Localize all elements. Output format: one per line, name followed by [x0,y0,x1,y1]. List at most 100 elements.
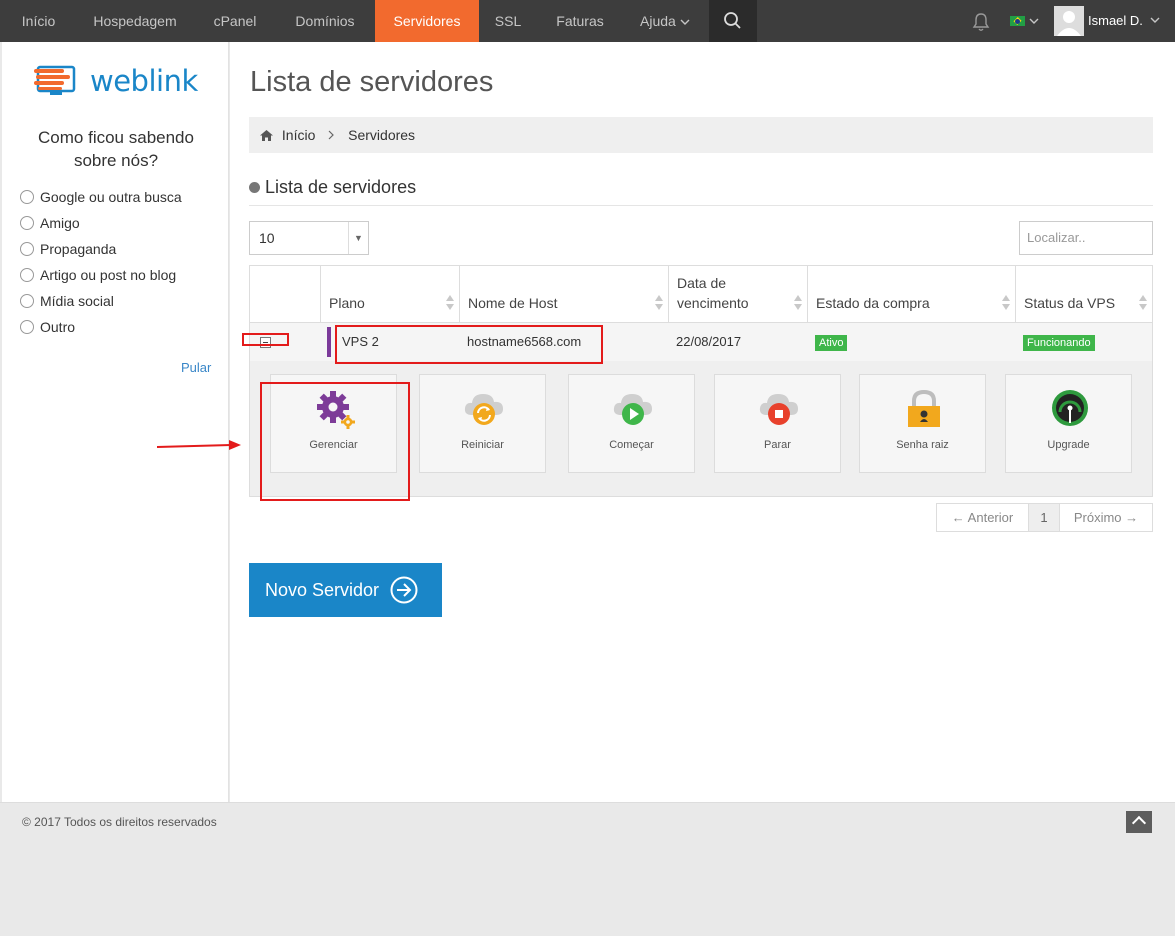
weblink-logo[interactable]: weblink [34,64,204,104]
survey-option-label: Propaganda [40,241,117,257]
action-label: Começar [609,439,654,451]
cell-expiry: 22/08/2017 [676,334,742,349]
th-label: Nome de Host [468,295,558,311]
action-label: Parar [764,439,791,451]
pagination-next[interactable]: Próximo → [1060,504,1152,531]
arrow-right-circle-icon [390,576,418,604]
nav-ajuda-label: Ajuda [640,13,676,29]
sort-icon [794,295,802,311]
survey-option[interactable]: Propaganda [20,239,116,259]
search-input[interactable]: Localizar.. [1019,221,1153,255]
search-button[interactable] [709,0,757,42]
avatar[interactable] [1054,6,1084,36]
nav-hospedagem[interactable]: Hospedagem [80,0,190,42]
search-icon [724,12,741,29]
th-label: Estado da compra [816,295,930,311]
radio-button[interactable] [20,190,34,204]
cell-vps-status: Funcionando [1023,323,1095,361]
survey-option-label: Artigo ou post no blog [40,267,177,283]
th-host[interactable]: Nome de Host [459,266,668,322]
language-chevron-icon [1029,18,1039,24]
survey-option[interactable]: Outro [20,317,75,337]
top-navbar: Início Hospedagem cPanel Domínios Servid… [0,0,1175,48]
pagination: ← Anterior 1 Próximo → [936,503,1153,532]
survey-option[interactable]: Mídia social [20,291,114,311]
pagination-page[interactable]: 1 [1028,504,1060,531]
nav-ssl[interactable]: SSL [484,0,532,42]
bell-icon[interactable] [970,11,992,33]
survey-title: Como ficou sabendo sobre nós? [38,128,194,170]
table-header: Plano Nome de Host Data de vencimento Es… [249,265,1153,323]
sidebar: weblink Como ficou sabendo sobre nós? Go… [2,42,229,802]
survey-option[interactable]: Artigo ou post no blog [20,265,176,285]
th-vencimento[interactable]: Data de vencimento [668,266,807,322]
caret-down-icon: ▼ [348,222,368,254]
chevron-down-icon [680,19,690,26]
nav-servidores[interactable]: Servidores [375,0,479,48]
survey-option-label: Mídia social [40,293,114,309]
radio-button[interactable] [20,320,34,334]
weblink-logo-icon [34,65,76,95]
th-label: Status da VPS [1024,295,1116,311]
root-password-button[interactable]: Senha raiz [859,374,986,473]
breadcrumb: Início Servidores [249,117,1153,153]
annotation-highlight [260,382,410,501]
footer: © 2017 Todos os direitos reservados [0,802,1175,842]
th-status[interactable]: Status da VPS [1015,266,1152,322]
radio-button[interactable] [20,242,34,256]
nav-ajuda[interactable]: Ajuda [630,0,700,42]
action-label: Senha raiz [896,439,949,451]
brazil-flag-icon[interactable] [1010,16,1025,26]
nav-cpanel[interactable]: cPanel [201,0,269,42]
back-to-top-icon[interactable] [1126,811,1152,833]
nav-dominios[interactable]: Domínios [280,0,370,42]
restart-cloud-icon [464,394,503,425]
page-title: Lista de servidores [250,66,494,98]
user-menu-chevron-icon [1150,17,1160,23]
brand-name: weblink [90,64,198,98]
radio-button[interactable] [20,216,34,230]
restart-button[interactable]: Reiniciar [419,374,546,473]
stop-cloud-icon [759,394,798,425]
sort-icon [446,295,454,311]
breadcrumb-current: Servidores [348,127,416,143]
new-server-label: Novo Servidor [265,580,380,600]
sort-icon [1002,295,1010,311]
th-plano[interactable]: Plano [320,266,459,322]
status-badge: Funcionando [1023,334,1095,351]
row-color-stripe [327,327,331,357]
nav-inicio[interactable]: Início [10,0,67,42]
start-button[interactable]: Começar [568,374,695,473]
th-label: Plano [329,295,365,311]
section-title: Lista de servidores [249,177,1153,206]
skip-link[interactable]: Pular [181,360,211,375]
nav-faturas[interactable]: Faturas [544,0,616,42]
user-name[interactable]: Ismael D. [1088,0,1143,42]
radio-button[interactable] [20,294,34,308]
th-toggle [250,266,320,322]
status-badge: Ativo [815,334,848,351]
home-icon [260,130,273,141]
gauge-icon [1052,390,1088,426]
action-label: Reiniciar [461,439,504,451]
page-size-select[interactable]: 10 ▼ [249,221,369,255]
pagination-prev[interactable]: ← Anterior [937,504,1028,531]
survey-option[interactable]: Google ou outra busca [20,187,182,207]
new-server-button[interactable]: Novo Servidor [249,563,442,617]
th-estado[interactable]: Estado da compra [807,266,1015,322]
page-size-value: 10 [259,230,275,246]
padlock-icon [908,389,940,427]
radio-button[interactable] [20,268,34,282]
breadcrumb-home[interactable]: Início [282,127,315,143]
survey-option[interactable]: Amigo [20,213,80,233]
play-cloud-icon [613,394,652,425]
upgrade-button[interactable]: Upgrade [1005,374,1132,473]
sort-icon [655,295,663,311]
annotation-arrow-icon [157,440,241,450]
stop-button[interactable]: Parar [714,374,841,473]
survey-option-label: Outro [40,319,76,335]
annotation-highlight [242,333,289,346]
cell-purchase-state: Ativo [815,323,848,361]
action-label: Upgrade [1047,439,1090,451]
annotation-highlight [335,325,603,364]
